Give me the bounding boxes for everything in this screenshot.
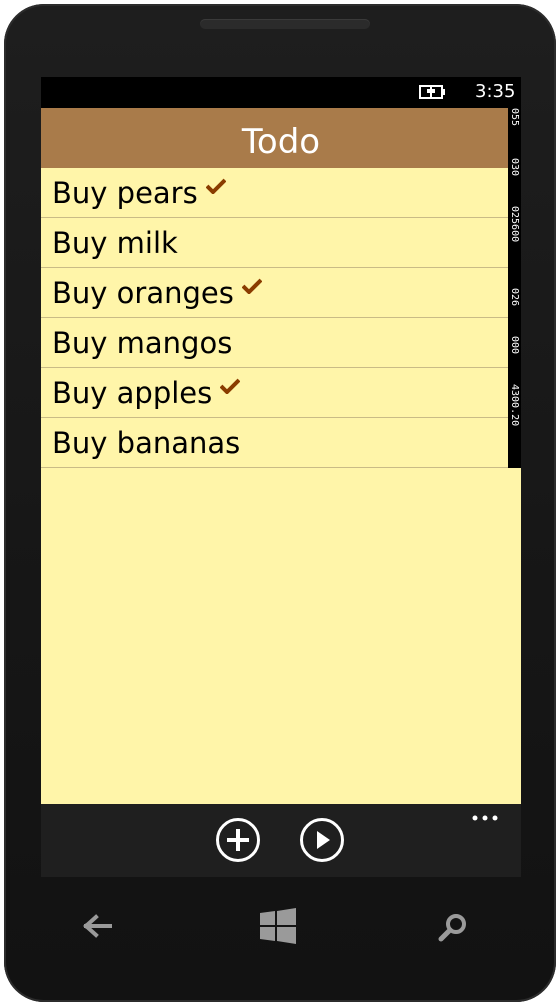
page-title: Todo — [241, 122, 321, 162]
checkmark-icon — [205, 178, 226, 194]
speaker-grille — [200, 19, 370, 29]
screen: 3:35 Todo Buy pears Buy milk Buy oranges Bu… — [41, 77, 521, 877]
todo-item-label: Buy mangos — [52, 325, 233, 360]
frame-counter-value: 4300.20 — [509, 384, 520, 427]
back-icon[interactable] — [83, 912, 113, 940]
todo-item[interactable]: Buy apples — [41, 368, 508, 418]
todo-item[interactable]: Buy bananas — [41, 418, 508, 468]
todo-list: Buy pears Buy milk Buy oranges Buy mangos Bu… — [41, 168, 508, 468]
frame-rate-counter: 055 030 025600 026 000 4300.20 — [508, 108, 521, 468]
search-icon[interactable] — [438, 913, 468, 943]
status-bar: 3:35 — [41, 77, 521, 108]
todo-item-label: Buy bananas — [52, 425, 241, 460]
windows-icon[interactable] — [259, 908, 297, 944]
frame-counter-value: 030 — [509, 158, 520, 177]
frame-counter-value: 055 — [509, 108, 520, 127]
todo-item-label: Buy oranges — [52, 275, 234, 310]
todo-item[interactable]: Buy oranges — [41, 268, 508, 318]
add-button[interactable] — [216, 818, 260, 862]
play-button[interactable] — [300, 818, 344, 862]
todo-item[interactable]: Buy pears — [41, 168, 508, 218]
todo-item-label: Buy milk — [52, 225, 178, 260]
frame-counter-value: 025600 — [509, 206, 520, 243]
todo-item[interactable]: Buy milk — [41, 218, 508, 268]
checkmark-icon — [220, 378, 241, 394]
status-time: 3:35 — [475, 81, 516, 102]
todo-item[interactable]: Buy mangos — [41, 318, 508, 368]
add-icon — [227, 829, 249, 851]
application-bar — [41, 804, 521, 877]
checkmark-icon — [241, 278, 262, 294]
todo-item-label: Buy apples — [52, 375, 213, 410]
ellipsis-icon[interactable] — [471, 812, 499, 824]
battery-charging-icon — [419, 85, 445, 99]
play-icon — [317, 831, 330, 849]
frame-counter-value: 026 — [509, 288, 520, 307]
frame-counter-value: 000 — [509, 336, 520, 355]
todo-item-label: Buy pears — [52, 175, 198, 210]
